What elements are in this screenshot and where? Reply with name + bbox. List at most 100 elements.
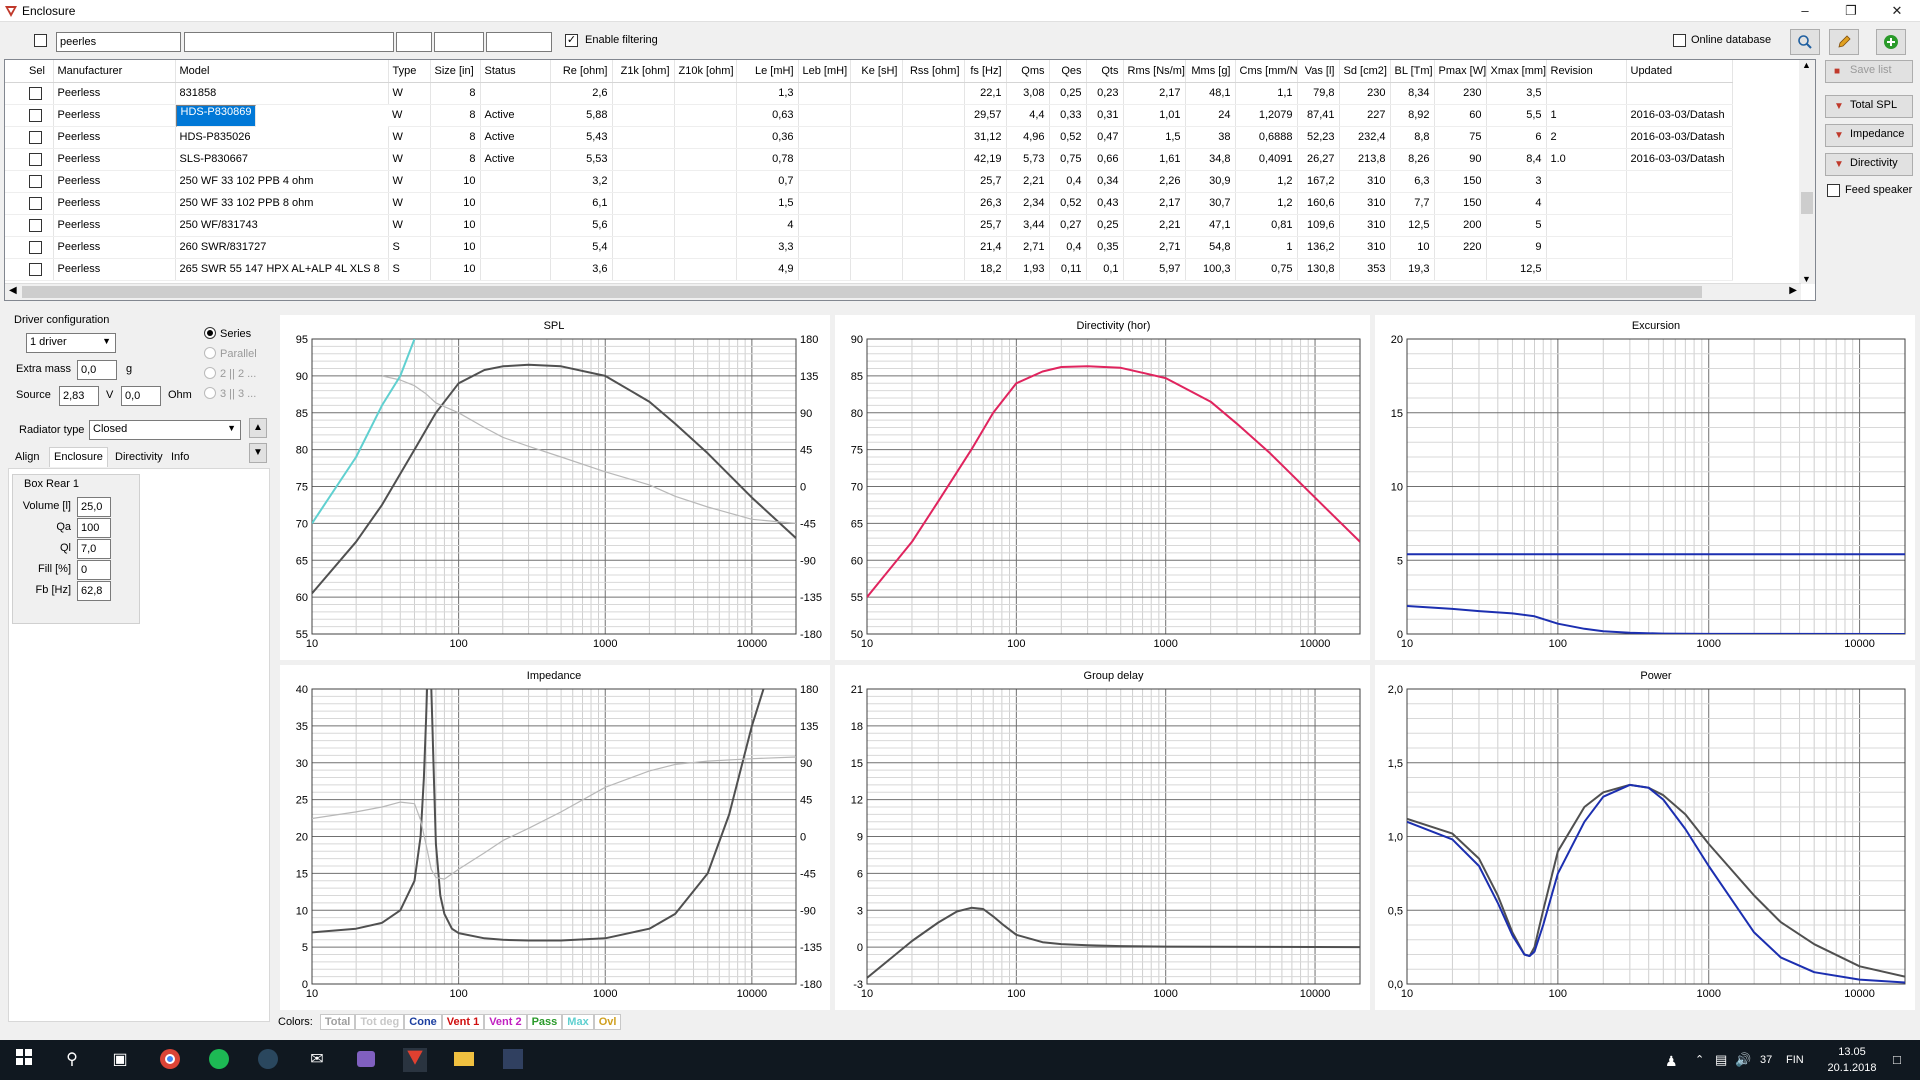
table-cell[interactable]: 5,97 [1123,258,1186,281]
three-by-three-radio[interactable]: 3 || 3 ... [204,387,256,400]
table-cell[interactable]: 2,21 [1123,214,1186,237]
table-cell[interactable]: 136,2 [1297,236,1340,259]
table-cell[interactable]: 250 WF/831743 [175,214,389,237]
table-cell[interactable]: Peerless [53,192,176,215]
table-cell[interactable]: Peerless [53,214,176,237]
table-cell[interactable]: 1 [1235,236,1298,259]
table-cell[interactable]: 4 [736,214,799,237]
table-cell[interactable]: 24 [1185,104,1236,127]
table-cell[interactable]: 2016-03-03/Datash [1626,104,1733,127]
table-cell[interactable]: 10 [430,236,481,259]
table-cell[interactable]: Active [480,148,551,171]
row-checkbox[interactable] [29,240,42,254]
row-checkbox[interactable] [29,218,42,232]
row-select-cell[interactable] [5,148,54,171]
column-header[interactable]: Xmax [mm] [1486,60,1547,83]
table-cell[interactable]: 2 [1546,126,1627,149]
table-cell[interactable] [674,214,737,237]
table-cell[interactable]: 1,93 [1006,258,1050,281]
table-cell[interactable]: 831858 [175,82,389,105]
table-cell[interactable]: 150 [1434,170,1487,193]
table-cell[interactable]: 3,5 [1486,82,1547,105]
row-select-cell[interactable] [5,258,54,281]
table-cell[interactable]: 0,36 [736,126,799,149]
table-cell[interactable]: 8,4 [1486,148,1547,171]
windows-start-icon[interactable] [12,1048,36,1072]
table-cell[interactable]: 1,5 [1123,126,1186,149]
table-cell[interactable] [850,192,903,215]
table-cell[interactable]: 12,5 [1486,258,1547,281]
table-cell[interactable]: 1,2079 [1235,104,1298,127]
table-cell[interactable] [612,148,675,171]
table-cell[interactable]: 25,7 [964,214,1007,237]
table-cell[interactable]: 0,63 [736,104,799,127]
table-cell[interactable] [902,126,965,149]
search-icon[interactable] [1790,29,1820,55]
color-legend-item[interactable]: Max [562,1014,594,1030]
table-cell[interactable]: 87,41 [1297,104,1340,127]
table-cell[interactable]: 5,43 [550,126,613,149]
table-cell[interactable]: 19,3 [1390,258,1435,281]
table-cell[interactable]: 130,8 [1297,258,1340,281]
table-cell[interactable] [612,104,675,127]
table-cell[interactable]: 250 WF 33 102 PPB 8 ohm [175,192,389,215]
table-row[interactable]: Peerless 250 WF 33 102 PPB 4 ohm W 10 3,2 0,7… [5,170,1733,193]
table-cell[interactable]: 5,88 [550,104,613,127]
table-cell[interactable]: 1,2 [1235,192,1298,215]
table-cell[interactable]: 60 [1434,104,1487,127]
table-cell[interactable]: HDS-P835026 [175,126,389,149]
network-icon[interactable]: ▤ [1715,1052,1727,1068]
param-input[interactable] [77,497,111,517]
table-cell[interactable]: 0,1 [1086,258,1124,281]
table-cell[interactable] [798,170,851,193]
table-cell[interactable] [798,214,851,237]
table-cell[interactable]: 310 [1339,192,1391,215]
table-cell[interactable]: 52,23 [1297,126,1340,149]
tab-info[interactable]: Info [166,447,194,467]
table-cell[interactable]: 25,7 [964,170,1007,193]
table-row[interactable]: Peerless HDS-P835026 W 8 Active 5,43 0,36 31,12… [5,126,1733,149]
table-cell[interactable]: 5,73 [1006,148,1050,171]
feed-speaker-checkbox[interactable] [1827,184,1840,197]
table-cell[interactable]: 0,25 [1086,214,1124,237]
table-cell[interactable]: 0,34 [1086,170,1124,193]
table-cell[interactable] [480,236,551,259]
table-cell[interactable]: 167,2 [1297,170,1340,193]
tab-directivity[interactable]: Directivity [110,447,168,467]
table-cell[interactable]: 38 [1185,126,1236,149]
table-cell[interactable]: 6 [1486,126,1547,149]
table-cell[interactable]: 8 [430,126,481,149]
table-cell[interactable] [850,170,903,193]
table-cell[interactable]: 0,25 [1049,82,1087,105]
table-cell[interactable] [850,126,903,149]
table-cell[interactable]: 0,4 [1049,236,1087,259]
table-cell[interactable]: 160,6 [1297,192,1340,215]
table-cell[interactable]: 310 [1339,236,1391,259]
source-voltage-input[interactable] [59,386,99,406]
table-cell[interactable]: Active [480,104,551,127]
table-cell[interactable] [480,258,551,281]
chrome-icon[interactable] [158,1048,182,1072]
table-cell[interactable]: 8,8 [1390,126,1435,149]
search-icon[interactable]: ⚲ [60,1048,84,1072]
driver-count-select[interactable]: 1 driver ▼ [26,333,116,353]
vertical-scrollbar[interactable]: ▲ ▼ [1799,60,1815,284]
table-cell[interactable]: 5,53 [550,148,613,171]
table-cell[interactable]: 0,27 [1049,214,1087,237]
table-cell[interactable]: 31,12 [964,126,1007,149]
table-cell[interactable] [850,214,903,237]
color-legend-item[interactable]: Cone [404,1014,442,1030]
table-cell[interactable] [1546,258,1627,281]
table-cell[interactable] [480,214,551,237]
color-legend-item[interactable]: Pass [526,1014,563,1030]
table-cell[interactable] [1434,258,1487,281]
table-cell[interactable] [902,236,965,259]
table-cell[interactable]: 0,6888 [1235,126,1298,149]
table-cell[interactable] [1546,170,1627,193]
table-cell[interactable]: 9 [1486,236,1547,259]
table-cell[interactable]: 213,8 [1339,148,1391,171]
total-spl-button[interactable]: ▼ Total SPL [1825,95,1913,118]
table-cell[interactable]: 250 WF 33 102 PPB 4 ohm [175,170,389,193]
column-header[interactable]: Updated [1626,60,1733,83]
column-header[interactable]: Sel [5,60,54,83]
